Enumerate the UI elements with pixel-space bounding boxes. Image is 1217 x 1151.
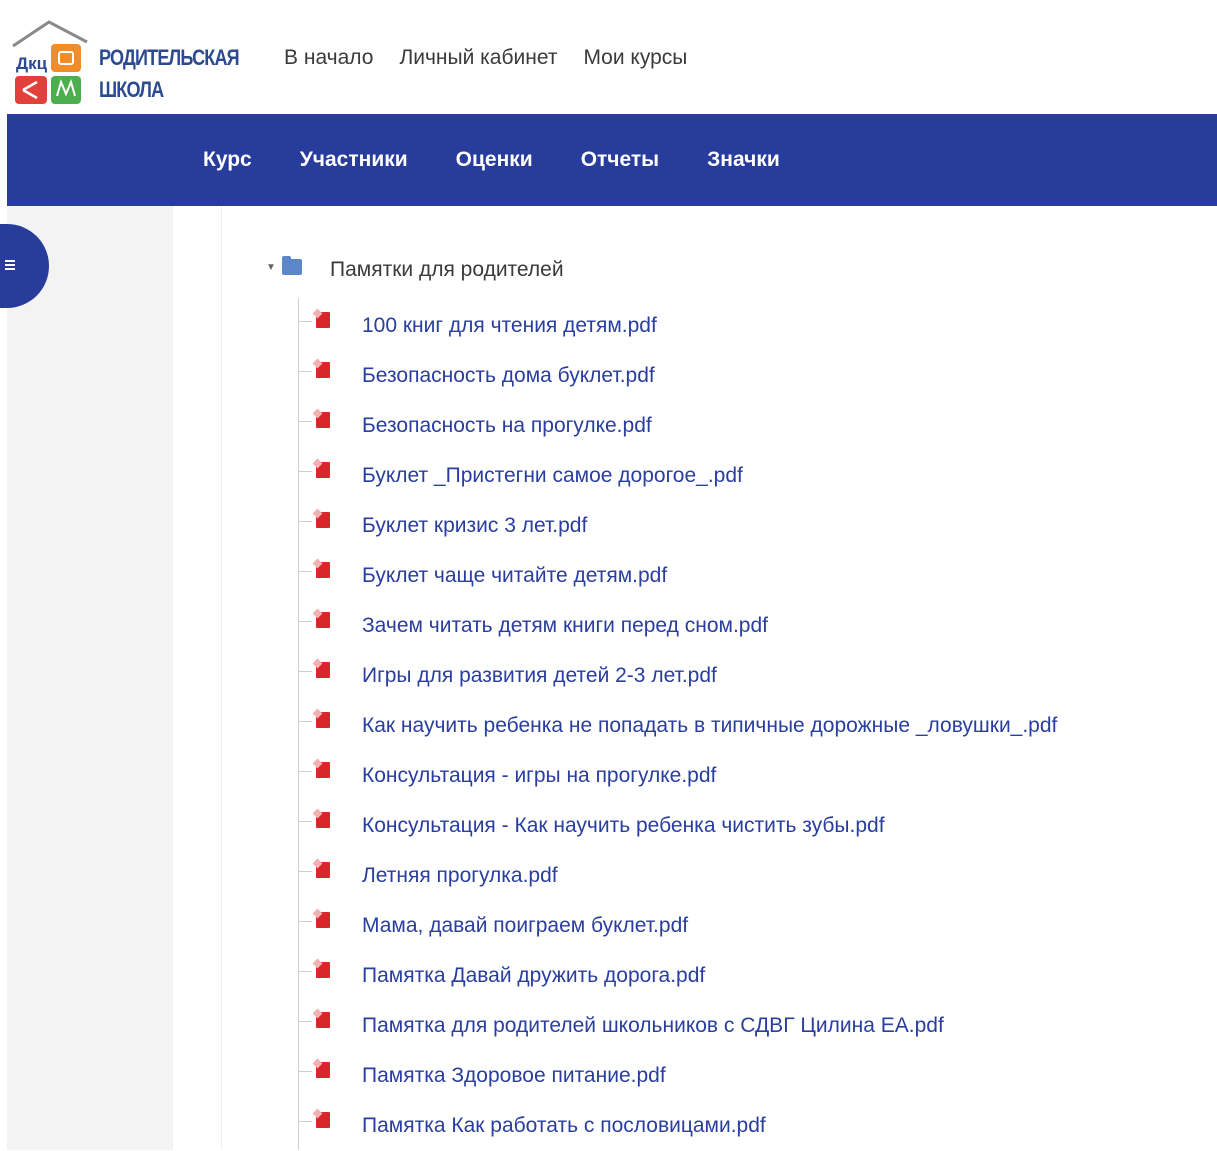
file-link[interactable]: Безопасность на прогулке.pdf [362,414,652,438]
file-item: Памятка Как работать с пословицами.pdf [298,1101,1057,1151]
file-link[interactable]: 100 книг для чтения детям.pdf [362,314,657,338]
file-item: Мама, давай поиграем буклет.pdf [298,901,1057,951]
collapse-arrow-icon[interactable]: ▼ [266,262,282,273]
file-list: 100 книг для чтения детям.pdf Безопаснос… [298,301,1057,1151]
pdf-icon [316,662,330,678]
tab-participants[interactable]: Участники [276,114,432,206]
file-link[interactable]: Консультация - игры на прогулке.pdf [362,764,716,788]
folder-icon [282,256,302,275]
pdf-icon [316,562,330,578]
file-link[interactable]: Буклет чаще читайте детям.pdf [362,564,667,588]
course-navbar: Курс Участники Оценки Отчеты Значки [7,114,1217,210]
file-item: Консультация - игры на прогулке.pdf [298,751,1057,801]
logo-line-2: ШКОЛА [99,77,164,102]
file-item: Памятка Давай дружить дорога.pdf [298,951,1057,1001]
pdf-icon [316,412,330,428]
file-item: Зачем читать детям книги перед сном.pdf [298,601,1057,651]
page: Дкц РОДИТЕЛЬСКАЯ ШКОЛА В начало Личный к… [0,8,1217,1150]
file-item: Буклет чаще читайте детям.pdf [298,551,1057,601]
svg-text:Дкц: Дкц [16,54,48,73]
file-item: Безопасность на прогулке.pdf [298,401,1057,451]
file-item: Как научить ребенка не попадать в типичн… [298,701,1057,751]
left-sidebar [0,206,173,1150]
file-link[interactable]: Летняя прогулка.pdf [362,864,558,888]
main-content: ▼ Памятки для родителей 100 книг для чте… [173,206,1217,1150]
pdf-icon [316,712,330,728]
pdf-icon [316,612,330,628]
tab-course[interactable]: Курс [179,114,276,210]
pdf-icon [316,512,330,528]
folder-title: Памятки для родителей [330,258,564,281]
course-tabs: Курс Участники Оценки Отчеты Значки [179,114,804,210]
file-link[interactable]: Буклет _Пристегни самое дорогое_.pdf [362,464,743,488]
pdf-icon [316,1112,330,1128]
logo-line-1: РОДИТЕЛЬСКАЯ [99,45,240,70]
nav-my-courses-link[interactable]: Мои курсы [583,46,687,70]
tab-reports[interactable]: Отчеты [557,114,683,206]
site-logo[interactable]: Дкц РОДИТЕЛЬСКАЯ ШКОЛА [11,16,240,108]
file-link[interactable]: Буклет кризис 3 лет.pdf [362,514,587,538]
file-link[interactable]: Памятка Здоровое питание.pdf [362,1064,666,1088]
file-link[interactable]: Как научить ребенка не попадать в типичн… [362,714,1057,738]
pdf-icon [316,962,330,978]
file-link[interactable]: Памятка Давай дружить дорога.pdf [362,964,705,988]
nav-home-link[interactable]: В начало [284,46,373,70]
file-item: Буклет кризис 3 лет.pdf [298,501,1057,551]
menu-icon [5,260,15,272]
top-navigation: В начало Личный кабинет Мои курсы [284,46,687,70]
pdf-icon [316,762,330,778]
pdf-icon [316,1012,330,1028]
file-link[interactable]: Зачем читать детям книги перед сном.pdf [362,614,768,638]
tab-badges[interactable]: Значки [683,114,804,206]
file-item: Летняя прогулка.pdf [298,851,1057,901]
site-header: Дкц РОДИТЕЛЬСКАЯ ШКОЛА В начало Личный к… [7,8,1217,115]
logo-text: РОДИТЕЛЬСКАЯ ШКОЛА [99,42,240,106]
tab-grades[interactable]: Оценки [432,114,557,206]
pdf-icon [316,812,330,828]
file-link[interactable]: Безопасность дома буклет.pdf [362,364,655,388]
file-link[interactable]: Памятка Как работать с пословицами.pdf [362,1114,766,1138]
file-item: Безопасность дома буклет.pdf [298,351,1057,401]
pdf-icon [316,912,330,928]
nav-dashboard-link[interactable]: Личный кабинет [399,46,557,70]
pdf-icon [316,362,330,378]
file-link[interactable]: Игры для развития детей 2-3 лет.pdf [362,664,717,688]
file-link[interactable]: Консультация - Как научить ребенка чисти… [362,814,885,838]
folder-node[interactable]: ▼ Памятки для родителей [266,256,564,282]
file-item: 100 книг для чтения детям.pdf [298,301,1057,351]
logo-icon: Дкц [12,20,88,104]
file-item: Консультация - Как научить ребенка чисти… [298,801,1057,851]
pdf-icon [316,862,330,878]
file-item: Буклет _Пристегни самое дорогое_.pdf [298,451,1057,501]
content-gutter [173,206,222,1150]
file-item: Памятка Здоровое питание.pdf [298,1051,1057,1101]
pdf-icon [316,462,330,478]
file-link[interactable]: Памятка для родителей школьников с СДВГ … [362,1014,944,1038]
file-link[interactable]: Мама, давай поиграем буклет.pdf [362,914,688,938]
file-item: Памятка для родителей школьников с СДВГ … [298,1001,1057,1051]
pdf-icon [316,312,330,328]
file-item: Игры для развития детей 2-3 лет.pdf [298,651,1057,701]
drawer-toggle-button[interactable] [0,224,49,308]
pdf-icon [316,1062,330,1078]
